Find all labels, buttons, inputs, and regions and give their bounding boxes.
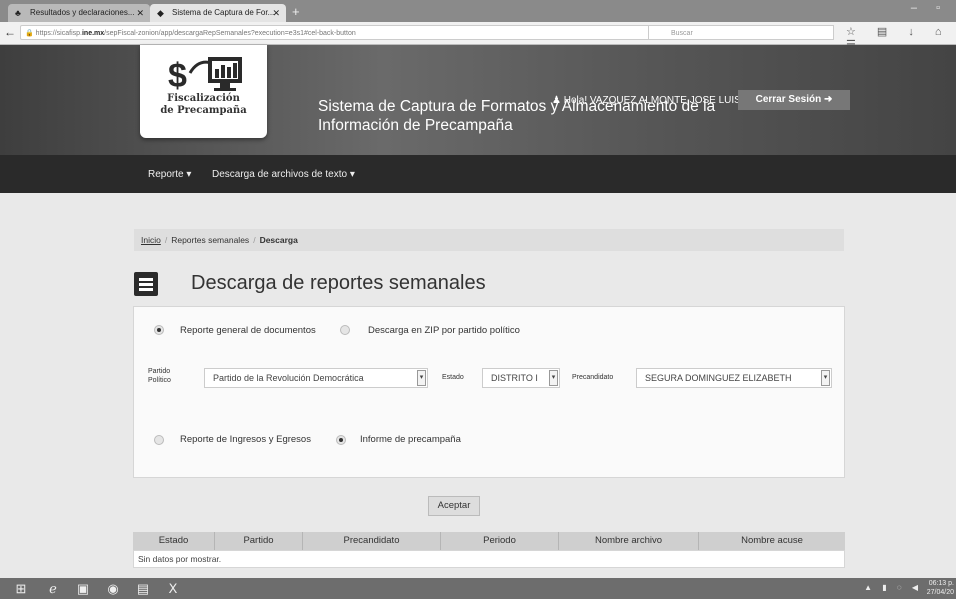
url-prefix: https://sicafisp.: [35, 30, 82, 37]
clock-time: 06:13 p.: [928, 580, 954, 587]
new-tab-icon[interactable]: +: [292, 4, 300, 19]
logo-line-2: de Precampaña: [160, 105, 247, 116]
close-tab-icon[interactable]: ✕: [136, 4, 144, 22]
partido-label-line-1: Partido: [148, 368, 171, 375]
breadcrumb-reportes[interactable]: Reportes semanales: [171, 235, 249, 245]
system-tray-icons[interactable]: ▲ ▮ ◌ ◀: [864, 583, 922, 592]
radio-descarga-zip[interactable]: [340, 325, 350, 335]
close-tab-icon[interactable]: ✕: [272, 4, 280, 22]
folder-icon[interactable]: ▤: [134, 580, 152, 597]
logo-text: Fiscalización de Precampaña: [140, 93, 267, 117]
logout-button[interactable]: Cerrar Sesión ➜: [738, 90, 850, 110]
tab-label: Resultados y declaraciones...: [30, 8, 135, 17]
url-domain: ine.mx: [81, 30, 105, 37]
column-header[interactable]: Estado: [133, 532, 215, 550]
search-placeholder: Buscar: [671, 30, 693, 37]
partido-label-line-2: Político: [148, 377, 171, 384]
logout-label: Cerrar Sesión: [755, 94, 822, 105]
back-arrow-icon[interactable]: ←: [4, 25, 16, 39]
user-icon: ♟: [552, 95, 561, 106]
browser-search-field[interactable]: Buscar: [648, 25, 834, 40]
browser-nav-bar: ← 🔒 https://sicafisp.ine.mx/sepFiscal-zo…: [0, 22, 956, 51]
lock-icon: 🔒: [25, 30, 36, 37]
radio-ingresos-egresos-label: Reporte de Ingresos y Egresos: [180, 434, 311, 445]
internet-explorer-icon[interactable]: ℯ: [44, 580, 62, 597]
url-path: /sepFiscal-zonion/app/descargaRepSemanal…: [104, 30, 356, 37]
precandidato-value: SEGURA DOMINGUEZ ELIZABETH: [645, 373, 792, 383]
radio-reporte-general-label: Reporte general de documentos: [180, 325, 316, 336]
app-title-line-2: Información de Precampaña: [318, 117, 513, 134]
windows-taskbar: ⊞ ℯ ▣ ◉ ▤ Ⅹ ▲ ▮ ◌ ◀ 06:13 p. 27/04/20: [0, 578, 956, 599]
column-header[interactable]: Precandidato: [303, 532, 441, 550]
breadcrumb-inicio[interactable]: Inicio: [141, 235, 161, 245]
caret-down-icon: ▾: [186, 169, 192, 180]
precandidato-label: Precandidato: [572, 374, 614, 381]
table-empty-message: Sin datos por mostrar.: [133, 550, 845, 568]
browser-tab-resultados[interactable]: ♣ Resultados y declaraciones... ✕: [8, 4, 150, 22]
menu-item-label: Descarga de archivos de texto: [212, 169, 348, 180]
radio-reporte-general[interactable]: [154, 325, 164, 335]
clock-date: 27/04/20: [926, 589, 954, 596]
svg-text:$: $: [168, 57, 187, 93]
tab-label: Sistema de Captura de For...: [172, 8, 275, 17]
partido-label: Partido Político: [148, 367, 171, 385]
column-header[interactable]: Nombre archivo: [559, 532, 699, 550]
results-table-header: Estado Partido Precandidato Periodo Nomb…: [133, 532, 845, 550]
system-clock[interactable]: 06:13 p. 27/04/20: [927, 579, 954, 597]
address-bar[interactable]: 🔒 https://sicafisp.ine.mx/sepFiscal-zoni…: [20, 25, 684, 40]
estado-label: Estado: [442, 374, 464, 381]
chevron-down-icon: ▾: [417, 370, 426, 386]
excel-icon[interactable]: Ⅹ: [164, 580, 182, 597]
breadcrumb-current: Descarga: [259, 235, 298, 245]
main-menu: Reporte ▾ Descarga de archivos de texto …: [0, 155, 956, 193]
radio-informe-precampana[interactable]: [336, 435, 346, 445]
column-header[interactable]: Periodo: [441, 532, 559, 550]
breadcrumb-separator: /: [253, 235, 256, 245]
logo-line-1: Fiscalización: [167, 93, 240, 104]
site-header: $ Fiscalización de Precampaña Sistema de…: [0, 45, 956, 155]
estado-value: DISTRITO I: [491, 373, 538, 383]
radio-ingresos-egresos[interactable]: [154, 435, 164, 445]
greeting-text: Hola! VAZQUEZ ALMONTE JOSE LUIS: [563, 95, 741, 106]
monitor-chart-icon: $: [168, 57, 242, 93]
partido-value: Partido de la Revolución Democrática: [213, 373, 364, 383]
page-title: Descarga de reportes semanales: [191, 272, 486, 294]
menu-item-descarga[interactable]: Descarga de archivos de texto ▾: [212, 169, 355, 180]
column-header[interactable]: Partido: [215, 532, 303, 550]
browser-tab-sistema[interactable]: ◆ Sistema de Captura de For... ✕: [150, 4, 286, 22]
column-header[interactable]: Nombre acuse: [699, 532, 845, 550]
site-favicon-icon: ♣: [15, 8, 21, 18]
radio-informe-precampana-label: Informe de precampaña: [360, 434, 461, 445]
chevron-down-icon: ▾: [549, 370, 558, 386]
estado-select[interactable]: DISTRITO I ▾: [482, 368, 560, 388]
firefox-icon[interactable]: ◉: [104, 580, 122, 597]
report-form-panel: Reporte general de documentos Descarga e…: [133, 306, 845, 478]
partido-select[interactable]: Partido de la Revolución Democrática ▾: [204, 368, 428, 388]
file-explorer-icon[interactable]: ▣: [74, 580, 92, 597]
radio-descarga-zip-label: Descarga en ZIP por partido político: [368, 325, 520, 336]
precandidato-select[interactable]: SEGURA DOMINGUEZ ELIZABETH ▾: [636, 368, 832, 388]
user-greeting: ♟ Hola! VAZQUEZ ALMONTE JOSE LUIS: [552, 95, 741, 106]
menu-item-label: Reporte: [148, 169, 184, 180]
window-controls[interactable]: – ▫: [911, 2, 948, 14]
menu-item-reporte[interactable]: Reporte ▾: [148, 169, 191, 180]
site-favicon-icon: ◆: [157, 8, 164, 18]
browser-tab-bar: ♣ Resultados y declaraciones... ✕ ◆ Sist…: [0, 0, 956, 22]
windows-start-icon[interactable]: ⊞: [12, 580, 30, 597]
breadcrumb: Inicio / Reportes semanales / Descarga: [134, 229, 844, 251]
logo[interactable]: $ Fiscalización de Precampaña: [140, 45, 267, 138]
chevron-down-icon: ▾: [821, 370, 830, 386]
accept-button[interactable]: Aceptar: [428, 496, 480, 516]
breadcrumb-separator: /: [164, 235, 168, 245]
sign-out-icon: ➜: [823, 94, 833, 105]
caret-down-icon: ▾: [349, 169, 355, 180]
list-icon: [134, 272, 158, 296]
